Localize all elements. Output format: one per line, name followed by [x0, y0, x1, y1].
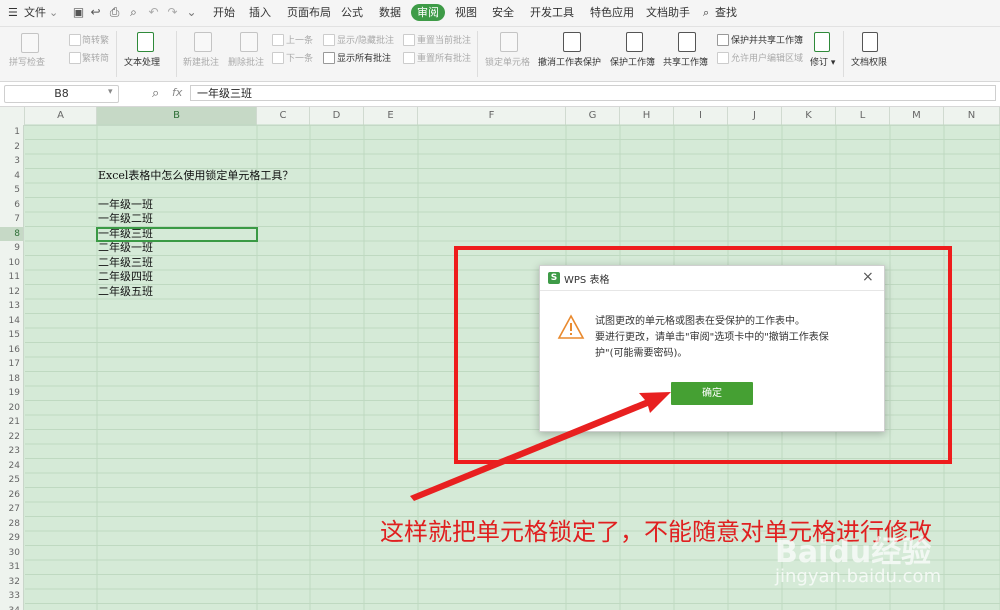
watermark-url: jingyan.baidu.com [775, 566, 942, 587]
watermark-logo: Baidu经验 [775, 535, 932, 570]
